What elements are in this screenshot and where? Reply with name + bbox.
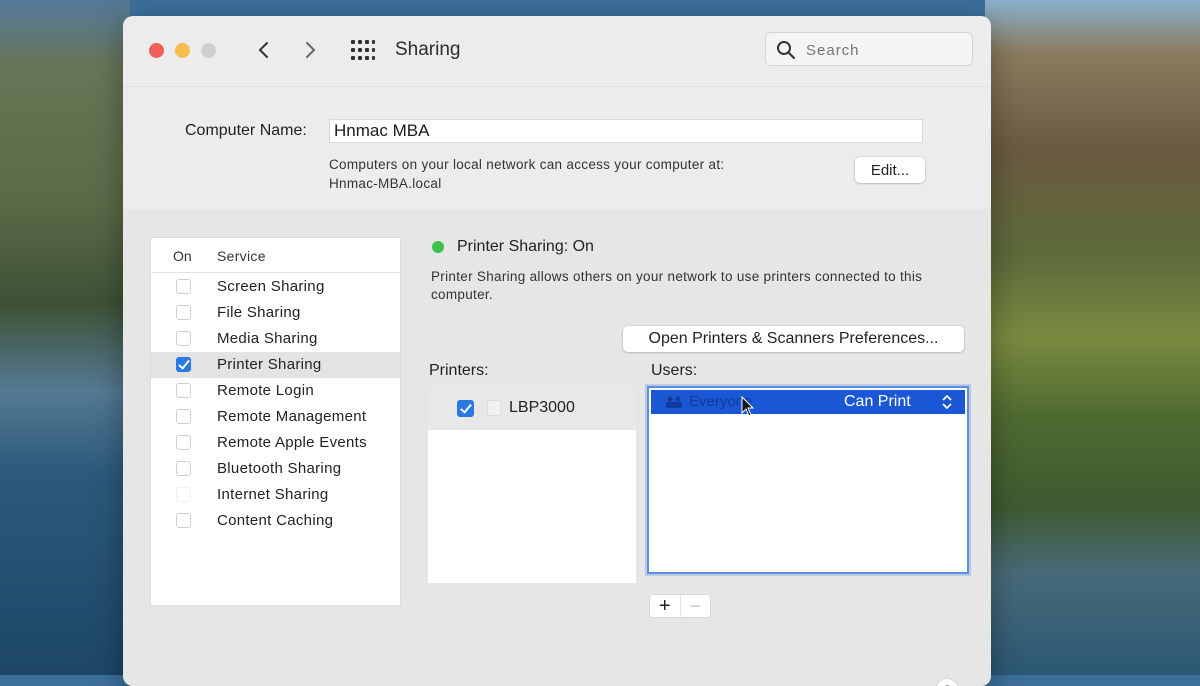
remove-user-button[interactable]: − <box>681 595 711 617</box>
permission-popup[interactable]: Can Print <box>844 393 911 411</box>
column-header-on[interactable]: On <box>173 248 192 264</box>
network-access-text: Computers on your local network can acce… <box>329 157 725 172</box>
desktop-wallpaper-left <box>0 0 130 675</box>
service-label: Screen Sharing <box>217 278 325 295</box>
service-label: Bluetooth Sharing <box>217 460 342 477</box>
help-button[interactable]: ? <box>936 679 958 686</box>
add-user-button[interactable]: + <box>650 595 681 617</box>
computer-name-section: Computer Name: Computers on your local n… <box>123 86 991 209</box>
sharing-content: On Service Screen Sharing File Sharing M… <box>123 209 991 686</box>
service-label: File Sharing <box>217 304 301 321</box>
forward-button[interactable] <box>297 37 323 63</box>
service-label: Internet Sharing <box>217 486 329 503</box>
computer-name-input[interactable] <box>329 119 923 143</box>
service-list-header: On Service <box>151 238 400 273</box>
service-label: Remote Apple Events <box>217 434 367 451</box>
computer-name-description: Computers on your local network can acce… <box>329 155 724 193</box>
users-list[interactable]: Everyone Can Print <box>647 386 969 574</box>
service-checkbox[interactable] <box>176 435 191 450</box>
user-row-selected[interactable]: Everyone Can Print <box>651 390 965 417</box>
service-checkbox[interactable] <box>176 409 191 424</box>
search-icon <box>777 41 795 59</box>
mouse-pointer-icon <box>741 396 755 417</box>
service-row-internet-sharing[interactable]: Internet Sharing <box>151 482 400 508</box>
service-row-content-caching[interactable]: Content Caching <box>151 508 400 534</box>
close-button[interactable] <box>149 43 164 58</box>
service-row-remote-apple-events[interactable]: Remote Apple Events <box>151 430 400 456</box>
local-hostname: Hnmac-MBA.local <box>329 176 442 191</box>
service-checkbox[interactable] <box>176 383 191 398</box>
back-button[interactable] <box>251 37 277 63</box>
chevron-up-down-icon[interactable] <box>941 393 953 411</box>
edit-hostname-button[interactable]: Edit... <box>855 157 925 183</box>
window-title: Sharing <box>395 39 461 60</box>
service-label: Media Sharing <box>217 330 318 347</box>
service-label: Remote Management <box>217 408 367 425</box>
service-checkbox[interactable] <box>176 279 191 294</box>
add-remove-control: + − <box>649 594 711 618</box>
desktop-wallpaper-right <box>985 0 1200 675</box>
service-row-remote-management[interactable]: Remote Management <box>151 404 400 430</box>
chevron-left-icon <box>258 42 268 58</box>
computer-name-label: Computer Name: <box>185 122 307 139</box>
service-row-screen-sharing[interactable]: Screen Sharing <box>151 274 400 300</box>
service-row-printer-sharing[interactable]: Printer Sharing <box>151 352 400 378</box>
group-icon <box>666 396 682 408</box>
column-header-service[interactable]: Service <box>217 248 266 264</box>
service-checkbox-checked[interactable] <box>176 357 191 372</box>
service-checkbox[interactable] <box>176 331 191 346</box>
service-row-remote-login[interactable]: Remote Login <box>151 378 400 404</box>
printer-icon <box>487 400 501 416</box>
printers-label: Printers: <box>429 362 489 379</box>
service-label: Remote Login <box>217 382 314 399</box>
open-printers-scanners-button[interactable]: Open Printers & Scanners Preferences... <box>623 326 964 352</box>
service-checkbox[interactable] <box>176 487 191 502</box>
service-row-media-sharing[interactable]: Media Sharing <box>151 326 400 352</box>
show-all-grid-icon[interactable] <box>351 40 375 60</box>
status-indicator-dot <box>432 241 444 253</box>
service-list: On Service Screen Sharing File Sharing M… <box>150 237 401 606</box>
search-field[interactable] <box>765 32 973 66</box>
zoom-button[interactable] <box>201 43 216 58</box>
toolbar: Sharing <box>123 16 991 86</box>
service-label: Printer Sharing <box>217 356 322 373</box>
printer-checkbox-checked[interactable] <box>457 400 474 417</box>
chevron-right-icon <box>306 42 316 58</box>
printer-name: LBP3000 <box>509 399 575 416</box>
printers-list[interactable]: LBP3000 <box>428 386 636 583</box>
service-row-file-sharing[interactable]: File Sharing <box>151 300 400 326</box>
service-label: Content Caching <box>217 512 334 529</box>
users-label: Users: <box>651 362 698 379</box>
service-checkbox[interactable] <box>176 461 191 476</box>
minimize-button[interactable] <box>175 43 190 58</box>
service-status-title: Printer Sharing: On <box>457 238 594 255</box>
service-row-bluetooth-sharing[interactable]: Bluetooth Sharing <box>151 456 400 482</box>
service-description: Printer Sharing allows others on your ne… <box>431 269 923 302</box>
service-checkbox[interactable] <box>176 305 191 320</box>
sharing-preferences-window: Sharing Computer Name: Computers on your… <box>123 16 991 686</box>
search-input[interactable] <box>804 39 968 61</box>
service-checkbox[interactable] <box>176 513 191 528</box>
printer-row[interactable]: LBP3000 <box>428 386 636 430</box>
